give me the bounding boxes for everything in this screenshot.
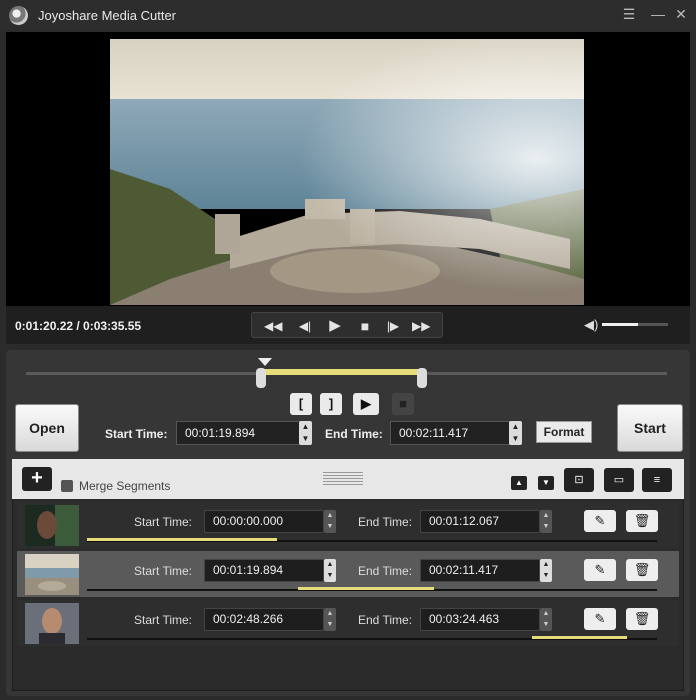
delete-icon[interactable]: 🗑 [626,559,658,581]
stop-icon[interactable]: ■ [356,317,374,335]
volume-level [602,323,639,326]
segment-start-stepper[interactable]: ▲ ▼ [324,608,336,631]
segment-start-label: Start Time: [134,515,193,529]
segment-range [532,636,627,639]
segment-row[interactable]: Start Time: 00:00:00.000 ▲ ▼ End Time: 00… [17,502,679,548]
segment-end-input[interactable]: 00:02:11.417 [420,559,540,582]
menu-icon[interactable]: ☰ [619,5,639,23]
close-icon[interactable]: ✕ [671,5,691,23]
edit-icon[interactable]: ✎ [584,608,616,630]
segment-thumbnail [25,554,79,595]
selected-range[interactable] [263,369,425,375]
edit-icon[interactable]: ✎ [584,510,616,532]
app-logo-icon [9,6,28,25]
start-time-input[interactable]: 00:01:19.894 [176,421,300,445]
move-up-icon[interactable]: ▲ [511,476,527,490]
edit-icon[interactable]: ✎ [584,559,616,581]
playhead-marker[interactable] [258,358,272,366]
mark-in-icon[interactable]: [ [290,393,312,415]
video-frame [110,39,584,305]
end-time-stepper[interactable]: ▲ ▼ [509,421,522,445]
prev-segment-icon[interactable]: ◀◀ [264,317,282,335]
delete-icon[interactable]: 🗑 [626,608,658,630]
segment-end-label: End Time: [358,613,413,627]
range-start-handle[interactable] [256,368,266,388]
stop-segment-icon[interactable]: ■ [392,393,414,415]
delete-icon[interactable]: 🗑 [626,510,658,532]
segment-start-stepper[interactable]: ▲ ▼ [324,510,336,533]
segment-range [87,538,277,541]
segment-start-label: Start Time: [134,564,193,578]
segment-end-stepper[interactable]: ▲ ▼ [540,510,552,533]
start-button[interactable]: Start [617,404,683,452]
app-title: Joyoshare Media Cutter [38,8,177,23]
player-control-bar: 0:01:20.22 / 0:03:35.55 ◀◀ ◀| ▶ ■ |▶ ▶▶ … [6,306,690,344]
video-preview-image [110,39,584,305]
export-folder-icon[interactable]: ▭ [604,468,634,492]
open-button[interactable]: Open [15,404,79,452]
title-bar: Joyoshare Media Cutter ☰ — ✕ [0,0,696,30]
segment-row[interactable]: Start Time: 00:02:48.266 ▲ ▼ End Time: 00… [17,600,679,646]
segment-start-stepper[interactable]: ▲ ▼ [324,559,336,582]
volume-slider[interactable] [602,323,668,326]
range-end-handle[interactable] [417,368,427,388]
panel-grip-handle[interactable] [323,472,363,486]
minimize-icon[interactable]: — [648,5,668,23]
segment-row[interactable]: Start Time: 00:01:19.894 ▲ ▼ End Time: 00… [17,551,679,597]
segment-end-stepper[interactable]: ▲ ▼ [540,559,552,582]
mark-out-icon[interactable]: ] [320,393,342,415]
merge-segments-label: Merge Segments [79,479,171,493]
merge-segments-checkbox[interactable] [61,480,73,492]
volume-icon[interactable]: ◀) [584,317,598,333]
segment-thumbnail [25,603,79,644]
play-segment-icon[interactable]: ▶ [353,393,379,415]
format-button[interactable]: Format [536,421,592,443]
segment-thumbnail [25,505,79,546]
add-icon[interactable]: + [22,467,52,491]
segment-range [298,587,434,590]
split-icon[interactable]: ⊡ [564,468,594,492]
segment-start-input[interactable]: 00:00:00.000 [204,510,324,533]
end-time-input[interactable]: 00:02:11.417 [390,421,510,445]
move-down-icon[interactable]: ▼ [538,476,554,490]
segment-end-input[interactable]: 00:03:24.463 [420,608,540,631]
prev-frame-icon[interactable]: ◀| [296,317,314,335]
timecode: 0:01:20.22 / 0:03:35.55 [15,319,142,333]
start-time-label: Start Time: [105,427,168,441]
segment-start-label: Start Time: [134,613,193,627]
next-frame-icon[interactable]: |▶ [384,317,402,335]
start-time-stepper[interactable]: ▲ ▼ [299,421,312,445]
next-segment-icon[interactable]: ▶▶ [412,317,430,335]
segment-end-label: End Time: [358,564,413,578]
play-icon[interactable]: ▶ [326,317,344,335]
segment-end-stepper[interactable]: ▲ ▼ [540,608,552,631]
end-time-label: End Time: [325,427,383,441]
segment-start-input[interactable]: 00:01:19.894 [204,559,324,582]
segment-end-label: End Time: [358,515,413,529]
segment-list-icon[interactable]: ≡ [642,468,672,492]
playback-controls: ◀◀ ◀| ▶ ■ |▶ ▶▶ [251,312,443,338]
segment-start-input[interactable]: 00:02:48.266 [204,608,324,631]
video-player [6,32,690,344]
segment-end-input[interactable]: 00:01:12.067 [420,510,540,533]
